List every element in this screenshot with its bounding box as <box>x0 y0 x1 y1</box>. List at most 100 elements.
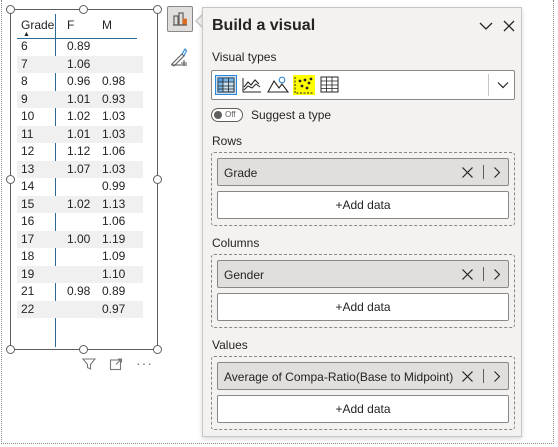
cell-m: 1.13 <box>102 196 126 211</box>
table-row[interactable]: 9 1.01 0.93 <box>17 90 143 108</box>
visual-types-gallery <box>211 70 515 100</box>
resize-handle-top-left[interactable] <box>6 5 15 14</box>
rows-label: Rows <box>212 134 243 148</box>
cell-m: 1.03 <box>102 126 126 141</box>
field-separator <box>483 165 484 179</box>
resize-handle-left[interactable] <box>6 175 15 184</box>
cell-f: 1.01 <box>67 126 91 141</box>
chevron-right-icon <box>494 269 501 280</box>
cell-m: 0.93 <box>102 91 126 106</box>
table-row[interactable]: 8 0.96 0.98 <box>17 73 143 91</box>
table-row[interactable]: 19 1.10 <box>17 265 143 283</box>
values-add-data-button[interactable]: +Add data <box>217 395 509 423</box>
cell-f: 1.07 <box>67 161 91 176</box>
columns-add-data-button[interactable]: +Add data <box>217 293 509 321</box>
remove-field-button[interactable] <box>461 166 474 184</box>
suggest-type-toggle[interactable]: Off <box>211 108 243 122</box>
cell-f: 1.02 <box>67 196 91 211</box>
cell-f: 1.01 <box>67 91 91 106</box>
header-f[interactable]: F <box>67 14 74 36</box>
values-field-name: Average of Compa-Ratio(Base to Midpoint) <box>224 370 454 384</box>
table-row[interactable]: 13 1.07 1.03 <box>17 160 143 178</box>
row-header-grade: 6 <box>21 39 28 53</box>
cell-f: 0.98 <box>67 284 91 298</box>
table-row[interactable]: 11 1.01 1.03 <box>17 125 143 143</box>
row-header-grade: 8 <box>21 74 28 88</box>
matrix-visual-type-button[interactable] <box>215 75 237 95</box>
row-header-grade: 9 <box>21 91 28 106</box>
format-visual-icon <box>171 48 188 67</box>
matrix-table: Grade F M ▲ 6 0.89 7 1.06 8 0.96 0.98 9 1.01 0.93… <box>17 14 143 318</box>
values-field-pill[interactable]: Average of Compa-Ratio(Base to Midpoint) <box>217 362 509 390</box>
expand-visual-types-button[interactable] <box>496 78 510 97</box>
table-row[interactable]: 7 1.06 <box>17 55 143 73</box>
line-chart-visual-type-button[interactable] <box>241 75 263 95</box>
table-row[interactable]: 12 1.12 1.06 <box>17 143 143 161</box>
table-row[interactable]: 10 1.02 1.03 <box>17 108 143 126</box>
resize-handle-top-right[interactable] <box>153 5 162 14</box>
cell-m: 1.06 <box>102 214 126 228</box>
filter-icon[interactable] <box>81 357 97 374</box>
table-row[interactable]: 17 1.00 1.19 <box>17 230 143 248</box>
cell-m: 0.89 <box>102 284 126 298</box>
matrix-icon <box>217 77 235 93</box>
cell-f: 1.02 <box>67 109 91 123</box>
cell-m: 0.97 <box>102 301 126 316</box>
resize-handle-bottom[interactable] <box>79 345 88 354</box>
table-visual-type-button[interactable] <box>319 75 341 95</box>
format-visual-button[interactable] <box>167 45 193 71</box>
cell-m: 1.19 <box>102 231 126 246</box>
table-row[interactable]: 15 1.02 1.13 <box>17 195 143 213</box>
header-m[interactable]: M <box>102 14 112 36</box>
row-header-grade: 16 <box>21 214 35 228</box>
resize-handle-top[interactable] <box>79 5 88 14</box>
close-icon <box>462 269 473 280</box>
expand-field-button[interactable] <box>492 166 502 184</box>
build-visual-button[interactable] <box>167 6 193 32</box>
remove-field-button[interactable] <box>461 268 474 286</box>
more-options-icon[interactable]: ··· <box>136 355 153 371</box>
row-header-grade: 15 <box>21 196 35 211</box>
table-row[interactable]: 16 1.06 <box>17 213 143 231</box>
cell-f: 0.96 <box>67 74 91 88</box>
table-row[interactable]: 14 0.99 <box>17 178 143 196</box>
resize-handle-bottom-right[interactable] <box>153 345 162 354</box>
matrix-visual[interactable]: Grade F M ▲ 6 0.89 7 1.06 8 0.96 0.98 9 1.01 0.93… <box>6 5 162 354</box>
row-header-grade: 18 <box>21 249 35 263</box>
cell-m: 1.10 <box>102 266 126 281</box>
scatter-chart-visual-type-button[interactable] <box>293 75 315 95</box>
values-label: Values <box>212 338 248 352</box>
suggest-type-label: Suggest a type <box>251 108 332 122</box>
chevron-down-icon <box>497 82 509 89</box>
close-pane-button[interactable] <box>501 18 517 39</box>
rows-add-data-button[interactable]: +Add data <box>217 191 509 219</box>
table-row[interactable]: 21 0.98 0.89 <box>17 283 143 301</box>
row-header-grade: 12 <box>21 144 35 158</box>
table-row[interactable]: 22 0.97 <box>17 300 143 318</box>
matrix-header-row: Grade F M ▲ <box>17 14 143 38</box>
map-visual-type-button[interactable] <box>267 75 290 95</box>
table-row[interactable]: 6 0.89 <box>17 38 143 56</box>
columns-field-pill[interactable]: Gender <box>217 260 509 288</box>
resize-handle-bottom-left[interactable] <box>6 345 15 354</box>
rows-well: Grade +Add data <box>211 152 515 226</box>
values-well: Average of Compa-Ratio(Base to Midpoint)… <box>211 356 515 430</box>
pane-title: Build a visual <box>212 17 316 34</box>
rows-field-name: Grade <box>224 166 258 180</box>
focus-mode-icon[interactable] <box>109 357 123 374</box>
collapse-pane-button[interactable] <box>478 18 494 39</box>
cell-m: 1.09 <box>102 249 126 263</box>
resize-handle-right[interactable] <box>153 175 162 184</box>
columns-well: Gender +Add data <box>211 254 515 328</box>
remove-field-button[interactable] <box>461 370 474 388</box>
chevron-down-icon <box>479 22 493 30</box>
row-header-grade: 17 <box>21 231 35 246</box>
expand-field-button[interactable] <box>492 370 502 388</box>
table-row[interactable]: 18 1.09 <box>17 248 143 266</box>
expand-field-button[interactable] <box>492 268 502 286</box>
row-header-grade: 22 <box>21 301 35 316</box>
table-icon <box>320 76 339 93</box>
toggle-state-text: Off <box>225 110 236 119</box>
rows-field-pill[interactable]: Grade <box>217 158 509 186</box>
row-header-grade: 14 <box>21 179 35 193</box>
